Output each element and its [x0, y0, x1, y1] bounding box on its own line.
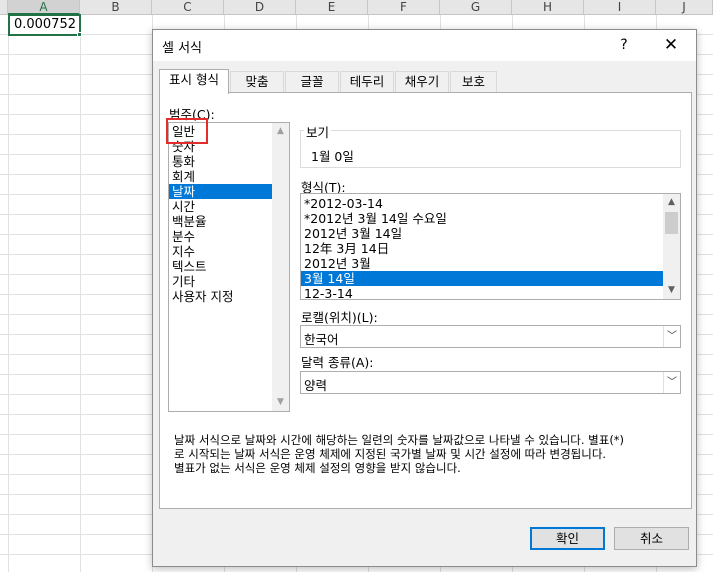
- category-item-special[interactable]: 기타: [169, 274, 289, 289]
- cancel-button[interactable]: 취소: [614, 527, 689, 550]
- category-item-currency[interactable]: 통화: [169, 154, 289, 169]
- dialog-titlebar: 셀 서식 ? ✕: [153, 30, 696, 61]
- category-item-custom[interactable]: 사용자 지정: [169, 289, 289, 304]
- column-header-f[interactable]: F: [368, 0, 440, 15]
- calendar-dropdown[interactable]: 양력 ﹀: [300, 371, 681, 394]
- chevron-down-icon[interactable]: ﹀: [663, 372, 680, 393]
- help-button[interactable]: ?: [614, 35, 634, 55]
- tab-protection[interactable]: 보호: [450, 71, 497, 93]
- column-header-c[interactable]: C: [152, 0, 224, 15]
- column-header-e[interactable]: E: [296, 0, 368, 15]
- format-cells-dialog: 셀 서식 ? ✕ 표시 형식 맞춤 글꼴 테두리 채우기 보호 범주(C): 일…: [152, 29, 697, 567]
- type-item[interactable]: *2012년 3월 14일 수요일: [301, 211, 680, 226]
- tab-number-format[interactable]: 표시 형식: [159, 69, 229, 94]
- tab-fill[interactable]: 채우기: [395, 71, 449, 93]
- chevron-down-icon[interactable]: ﹀: [663, 326, 680, 347]
- category-item-scientific[interactable]: 지수: [169, 244, 289, 259]
- category-item-fraction[interactable]: 분수: [169, 229, 289, 244]
- type-item[interactable]: 12年 3月 14日: [301, 241, 680, 256]
- category-item-general[interactable]: 일반: [169, 124, 289, 139]
- scroll-down-arrow-icon[interactable]: ▼: [663, 282, 680, 299]
- column-header-h[interactable]: H: [512, 0, 584, 15]
- column-header-row: A B C D E F G H I J: [0, 0, 713, 15]
- description-line: 날짜 서식으로 날짜와 시간에 해당하는 일련의 숫자를 날짜값으로 나타낼 수…: [174, 433, 625, 447]
- locale-dropdown[interactable]: 한국어 ﹀: [300, 325, 681, 348]
- description-line: 별표가 없는 서식은 운영 체제 설정의 영향을 받지 않습니다.: [174, 461, 461, 475]
- description-line: 로 시작되는 날짜 서식은 운영 체제에 지정된 국가별 날짜 및 시간 설정에…: [174, 447, 607, 461]
- category-item-percentage[interactable]: 백분율: [169, 214, 289, 229]
- scroll-down-arrow-icon[interactable]: ▼: [272, 394, 289, 411]
- calendar-label: 달력 종류(A):: [301, 355, 374, 370]
- type-item[interactable]: 12-3-14: [301, 286, 680, 299]
- column-header-a[interactable]: A: [8, 0, 80, 15]
- category-item-text[interactable]: 텍스트: [169, 259, 289, 274]
- category-label: 범주(C):: [169, 107, 215, 122]
- type-item[interactable]: 2012년 3월 14일: [301, 226, 680, 241]
- category-item-time[interactable]: 시간: [169, 199, 289, 214]
- type-item-selected[interactable]: 3월 14일: [301, 271, 663, 286]
- tab-border[interactable]: 테두리: [340, 71, 394, 93]
- category-item-date[interactable]: 날짜: [169, 184, 289, 199]
- type-item[interactable]: *2012-03-14: [301, 196, 680, 211]
- scroll-up-arrow-icon[interactable]: ▲: [663, 194, 680, 211]
- type-item[interactable]: 2012년 3월: [301, 256, 680, 271]
- close-icon[interactable]: ✕: [660, 35, 682, 55]
- column-header-j[interactable]: J: [656, 0, 713, 15]
- ok-button[interactable]: 확인: [530, 527, 605, 550]
- sample-label: 보기: [304, 122, 332, 141]
- type-listbox[interactable]: *2012-03-14 *2012년 3월 14일 수요일 2012년 3월 1…: [300, 193, 681, 300]
- select-all-corner[interactable]: [0, 0, 8, 15]
- scroll-up-arrow-icon[interactable]: ▲: [272, 123, 289, 140]
- locale-label: 로캘(위치)(L):: [301, 310, 378, 325]
- locale-value: 한국어: [304, 332, 339, 347]
- category-scrollbar[interactable]: ▲ ▼: [272, 123, 289, 411]
- column-header-d[interactable]: D: [224, 0, 296, 15]
- scroll-thumb[interactable]: [665, 212, 678, 234]
- dialog-title: 셀 서식: [162, 41, 203, 56]
- category-item-accounting[interactable]: 회계: [169, 169, 289, 184]
- column-header-g[interactable]: G: [440, 0, 512, 15]
- cell-a1[interactable]: 0.000752: [8, 14, 81, 36]
- calendar-value: 양력: [304, 378, 328, 393]
- category-item-number[interactable]: 숫자: [169, 139, 289, 154]
- fill-handle[interactable]: [77, 32, 82, 37]
- sample-groupbox: [300, 130, 681, 168]
- type-scrollbar[interactable]: ▲ ▼: [663, 194, 680, 299]
- column-header-b[interactable]: B: [80, 0, 152, 15]
- tab-alignment[interactable]: 맞춤: [230, 71, 284, 93]
- sample-value: 1월 0일: [311, 149, 354, 164]
- column-header-i[interactable]: I: [584, 0, 656, 15]
- description-text: 날짜 서식으로 날짜와 시간에 해당하는 일련의 숫자를 날짜값으로 나타낼 수…: [174, 433, 689, 475]
- tab-font[interactable]: 글꼴: [285, 71, 339, 93]
- category-listbox[interactable]: 일반 숫자 통화 회계 날짜 시간 백분율 분수 지수 텍스트 기타 사용자 지…: [168, 122, 290, 412]
